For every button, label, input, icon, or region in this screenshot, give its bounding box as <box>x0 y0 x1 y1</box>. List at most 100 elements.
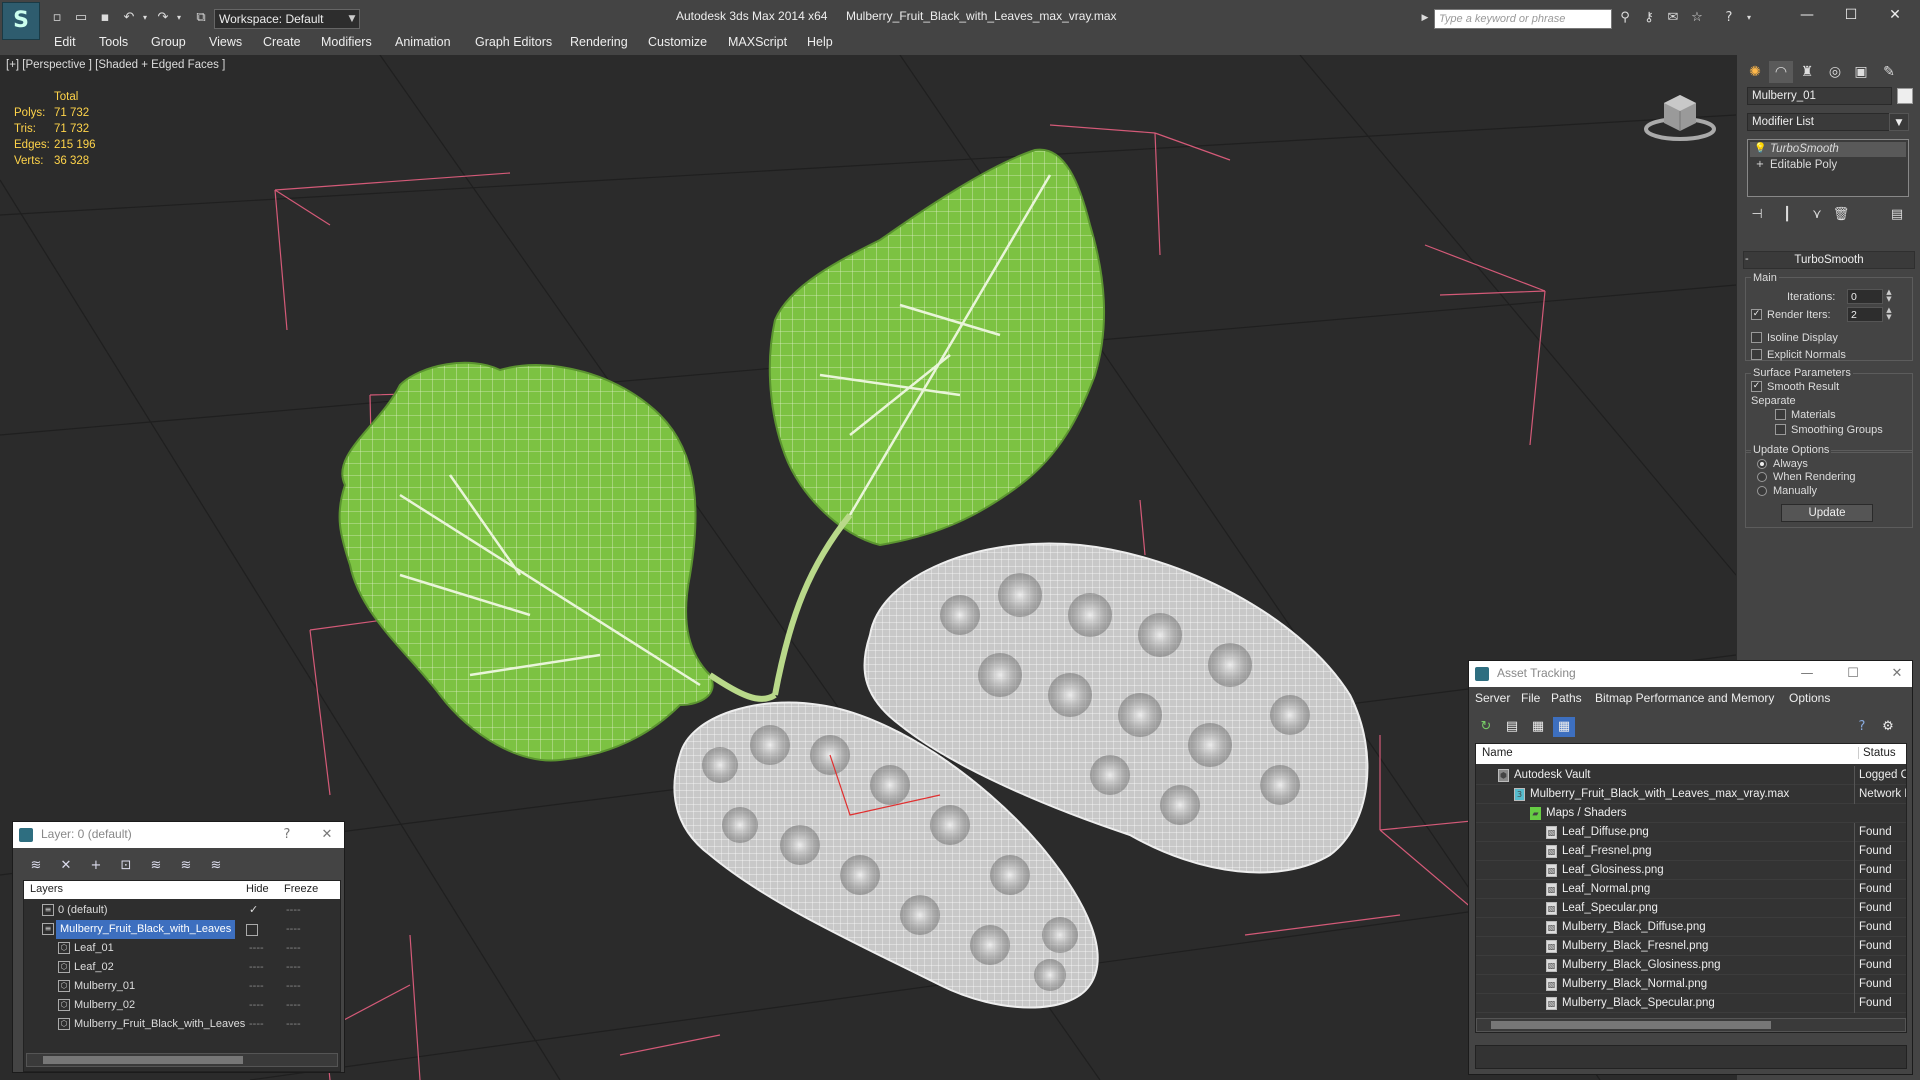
turbosmooth-rollout-header[interactable]: TurboSmooth <box>1743 251 1915 269</box>
show-end-result-icon[interactable]: ┃ <box>1777 205 1797 225</box>
help-dropdown-icon[interactable]: ▾ <box>1740 9 1758 27</box>
asset-menu-bitmap-performance[interactable]: Bitmap Performance and Memory <box>1595 691 1774 705</box>
menu-create[interactable]: Create <box>263 35 301 49</box>
asset-scroll-thumb[interactable] <box>1491 1021 1771 1029</box>
asset-settings-icon[interactable]: ⚙ <box>1877 717 1899 737</box>
asset-help-icon[interactable]: ? <box>1851 717 1873 737</box>
close-button[interactable]: ✕ <box>1880 5 1910 25</box>
stack-item-editable-poly[interactable]: + Editable Poly <box>1750 158 1906 173</box>
leaf-01-mesh[interactable] <box>338 361 714 762</box>
list-view-icon[interactable]: ▤ <box>1501 717 1523 737</box>
layer-dialog-close-button[interactable]: ✕ <box>315 825 339 845</box>
tree-view-icon[interactable]: ▦ <box>1527 717 1549 737</box>
modifier-list-arrow-icon[interactable]: ▼ <box>1889 113 1909 131</box>
help-icon[interactable]: ? <box>1720 9 1738 27</box>
render-iters-spinner-arrows-icon[interactable]: ▲ ▼ <box>1885 307 1893 322</box>
menu-modifiers[interactable]: Modifiers <box>321 35 372 49</box>
smooth-result-checkbox[interactable]: ✓ <box>1751 381 1762 392</box>
asset-close-button[interactable]: ✕ <box>1885 664 1909 684</box>
smoothing-groups-checkbox[interactable] <box>1775 424 1786 435</box>
asset-row-bitmap[interactable]: ▧ Leaf_Diffuse.png Found <box>1476 823 1906 842</box>
menu-help[interactable]: Help <box>807 35 833 49</box>
menu-animation[interactable]: Animation <box>395 35 451 49</box>
update-always-radio[interactable] <box>1757 459 1767 469</box>
modify-tab-icon[interactable]: ◠ <box>1769 61 1793 83</box>
search-input[interactable]: Type a keyword or phrase <box>1434 9 1612 29</box>
update-manually-radio[interactable] <box>1757 486 1767 496</box>
current-layer-box-icon[interactable] <box>246 924 258 936</box>
menu-edit[interactable]: Edit <box>54 35 76 49</box>
asset-row-bitmap[interactable]: ▧ Leaf_Normal.png Found <box>1476 880 1906 899</box>
refresh-icon[interactable]: ↻ <box>1475 717 1497 737</box>
open-file-icon[interactable]: ▭ <box>72 9 90 27</box>
object-color-swatch[interactable] <box>1897 88 1913 104</box>
layer-table-hscrollbar[interactable] <box>26 1053 338 1067</box>
minimize-button[interactable]: — <box>1792 5 1822 25</box>
asset-menu-options[interactable]: Options <box>1789 691 1830 705</box>
select-in-layer-icon[interactable]: ⊡ <box>115 856 137 876</box>
project-folder-icon[interactable]: ⧉ <box>192 9 210 27</box>
menu-graph-editors[interactable]: Graph Editors <box>475 35 552 49</box>
rollout-collapse-icon[interactable]: - <box>1745 253 1749 265</box>
layer-object-row[interactable]: ⬡ Leaf_02 ---- ---- <box>24 958 340 977</box>
redo-dropdown-icon[interactable]: ▾ <box>170 9 188 27</box>
layer-object-row[interactable]: ⬡ Mulberry_Fruit_Black_with_Leaves ---- ---… <box>24 1015 340 1034</box>
communication-center-icon[interactable]: ✉ <box>1664 9 1682 27</box>
asset-row-bitmap[interactable]: ▧ Mulberry_Black_Normal.png Found <box>1476 975 1906 994</box>
render-iters-spinner[interactable]: 2 <box>1847 307 1883 322</box>
add-to-layer-icon[interactable]: + <box>85 856 107 876</box>
layers-column-header[interactable]: Layers <box>30 883 63 895</box>
asset-maximize-button[interactable]: ☐ <box>1841 664 1865 684</box>
asset-minimize-button[interactable]: — <box>1795 664 1819 684</box>
leaf-02-mesh[interactable] <box>768 148 1106 547</box>
asset-row-maps-shaders[interactable]: ▰ Maps / Shaders <box>1476 804 1906 823</box>
update-button[interactable]: Update <box>1781 504 1873 522</box>
new-layer-icon[interactable]: ≋ <box>25 856 47 876</box>
asset-menu-server[interactable]: Server <box>1475 691 1510 705</box>
app-logo-icon[interactable]: S <box>2 2 40 40</box>
highlight-layer-icon[interactable]: ≋ <box>145 856 167 876</box>
maximize-button[interactable]: ☐ <box>1836 5 1866 25</box>
hide-all-layers-icon[interactable]: ≋ <box>175 856 197 876</box>
update-when-rendering-radio[interactable] <box>1757 472 1767 482</box>
menu-customize[interactable]: Customize <box>648 35 707 49</box>
key-icon[interactable]: ⚷ <box>1640 9 1658 27</box>
layer-scroll-thumb[interactable] <box>43 1056 243 1064</box>
layer-row-selected[interactable]: ≡ Mulberry_Fruit_Black_with_Leaves ---- <box>24 920 340 939</box>
workspace-dropdown-arrow-icon[interactable]: ▼ <box>344 9 360 29</box>
asset-row-max-file[interactable]: 3 Mulberry_Fruit_Black_with_Leaves_max_vr… <box>1476 785 1906 804</box>
object-name-field[interactable]: Mulberry_01 <box>1747 87 1892 105</box>
delete-layer-icon[interactable]: ✕ <box>55 856 77 876</box>
status-column-header[interactable]: Status <box>1858 747 1896 759</box>
hierarchy-tab-icon[interactable]: ♜ <box>1795 61 1819 83</box>
display-tab-icon[interactable]: ▣ <box>1849 61 1873 83</box>
bulb-icon[interactable]: 💡 <box>1754 143 1766 155</box>
asset-row-bitmap[interactable]: ▧ Mulberry_Black_Diffuse.png Found <box>1476 918 1906 937</box>
stack-item-turbosmooth[interactable]: 💡 TurboSmooth <box>1750 142 1906 157</box>
asset-row-bitmap[interactable]: ▧ Mulberry_Black_Fresnel.png Found <box>1476 937 1906 956</box>
iterations-spinner-arrows-icon[interactable]: ▲ ▼ <box>1885 289 1893 304</box>
asset-row-bitmap[interactable]: ▧ Mulberry_Black_Glosiness.png Found <box>1476 956 1906 975</box>
viewport-label[interactable]: [+] [Perspective ] [Shaded + Edged Faces… <box>6 59 225 71</box>
menu-rendering[interactable]: Rendering <box>570 35 628 49</box>
name-column-header[interactable]: Name <box>1482 747 1513 759</box>
iterations-spinner[interactable]: 0 <box>1847 289 1883 304</box>
expand-plus-icon[interactable]: + <box>1754 159 1766 171</box>
binoculars-icon[interactable]: ⚲ <box>1616 9 1634 27</box>
pin-stack-icon[interactable]: ⊣ <box>1747 205 1767 225</box>
save-icon[interactable]: ▪ <box>96 9 114 27</box>
menu-group[interactable]: Group <box>151 35 186 49</box>
menu-views[interactable]: Views <box>209 35 242 49</box>
render-iters-checkbox[interactable]: ✓ <box>1751 309 1762 320</box>
freeze-all-layers-icon[interactable]: ≋ <box>205 856 227 876</box>
viewcube-icon[interactable] <box>1640 85 1720 145</box>
create-tab-icon[interactable]: ✺ <box>1743 61 1767 83</box>
asset-row-vault[interactable]: ⬢Autodesk VaultLogged Ou <box>1476 766 1906 785</box>
favorites-star-icon[interactable]: ☆ <box>1688 9 1706 27</box>
isoline-display-checkbox[interactable] <box>1751 332 1762 343</box>
layer-object-row[interactable]: ⬡ Leaf_01 ---- ---- <box>24 939 340 958</box>
layer-row[interactable]: ≡ 0 (default) ✓ ---- <box>24 901 340 920</box>
search-expand-icon[interactable]: ▶ <box>1416 9 1434 27</box>
materials-checkbox[interactable] <box>1775 409 1786 420</box>
configure-sets-icon[interactable]: ▤ <box>1887 205 1907 225</box>
